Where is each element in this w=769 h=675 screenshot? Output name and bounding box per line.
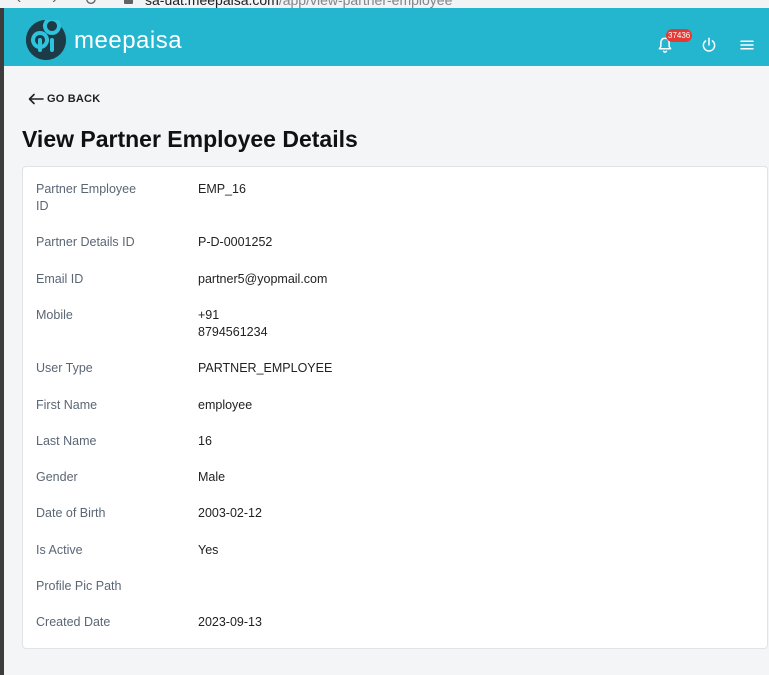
detail-label: User Type <box>36 361 93 375</box>
detail-label: Gender <box>36 470 78 484</box>
detail-value: partner5@yopmail.com <box>198 272 328 286</box>
page-title: View Partner Employee Details <box>22 126 358 152</box>
menu-icon <box>740 40 754 50</box>
mobile-number: 8794561234 <box>198 325 268 339</box>
detail-value: 2003-02-12 <box>198 506 262 520</box>
browser-toolbar: ‹ › ↻ sa-uat.meepaisa.com/app/view-partn… <box>0 0 769 8</box>
detail-label: First Name <box>36 398 98 412</box>
arrow-left-icon <box>28 93 44 105</box>
detail-value: PARTNER_EMPLOYEE <box>198 361 333 375</box>
detail-label: Last Name <box>36 434 97 448</box>
detail-value: 16 <box>198 434 212 448</box>
app-root: meepaisa 37436 GO BACK View Partner Empl… <box>4 8 769 675</box>
detail-value: P-D-0001252 <box>198 235 273 249</box>
detail-value: EMP_16 <box>198 182 246 196</box>
detail-value: Male <box>198 470 226 484</box>
url-path: /app/view-partner-employee <box>278 0 453 8</box>
menu-button[interactable] <box>736 34 758 56</box>
detail-label: Partner Employee ID <box>36 181 156 215</box>
detail-label: Mobile <box>36 308 73 322</box>
detail-value: +91 8794561234 <box>198 307 598 341</box>
reload-icon[interactable]: ↻ <box>84 0 97 8</box>
detail-label-line: Partner Employee <box>36 182 137 196</box>
go-back-label: GO BACK <box>47 93 101 105</box>
detail-label: Email ID <box>36 272 84 286</box>
back-arrow-icon[interactable]: ‹ <box>16 0 21 8</box>
detail-label: Date of Birth <box>36 506 106 520</box>
forward-arrow-icon[interactable]: › <box>52 0 57 8</box>
detail-value: 2023-09-13 <box>198 615 262 629</box>
detail-label: Partner Details ID <box>36 235 135 249</box>
detail-value: Yes <box>198 543 219 557</box>
notification-count-badge: 37436 <box>666 29 693 42</box>
top-bar: meepaisa 37436 <box>4 8 769 66</box>
brand-logo-icon[interactable] <box>26 17 66 60</box>
details-card: Partner Employee ID EMP_16 Partner Detai… <box>22 166 768 649</box>
url-host: sa-uat.meepaisa.com <box>145 0 279 8</box>
detail-value: employee <box>198 398 253 412</box>
address-bar[interactable]: sa-uat.meepaisa.com/app/view-partner-emp… <box>145 0 452 8</box>
mobile-country-code: +91 <box>198 308 220 322</box>
lock-icon <box>124 0 133 4</box>
go-back-button[interactable]: GO BACK <box>28 93 100 105</box>
detail-label: Is Active <box>36 543 83 557</box>
detail-label-line: ID <box>36 199 49 213</box>
detail-label: Profile Pic Path <box>36 579 122 593</box>
power-icon <box>702 37 716 52</box>
detail-label: Created Date <box>36 615 111 629</box>
logout-button[interactable] <box>698 34 720 56</box>
brand-name: meepaisa <box>74 27 183 54</box>
